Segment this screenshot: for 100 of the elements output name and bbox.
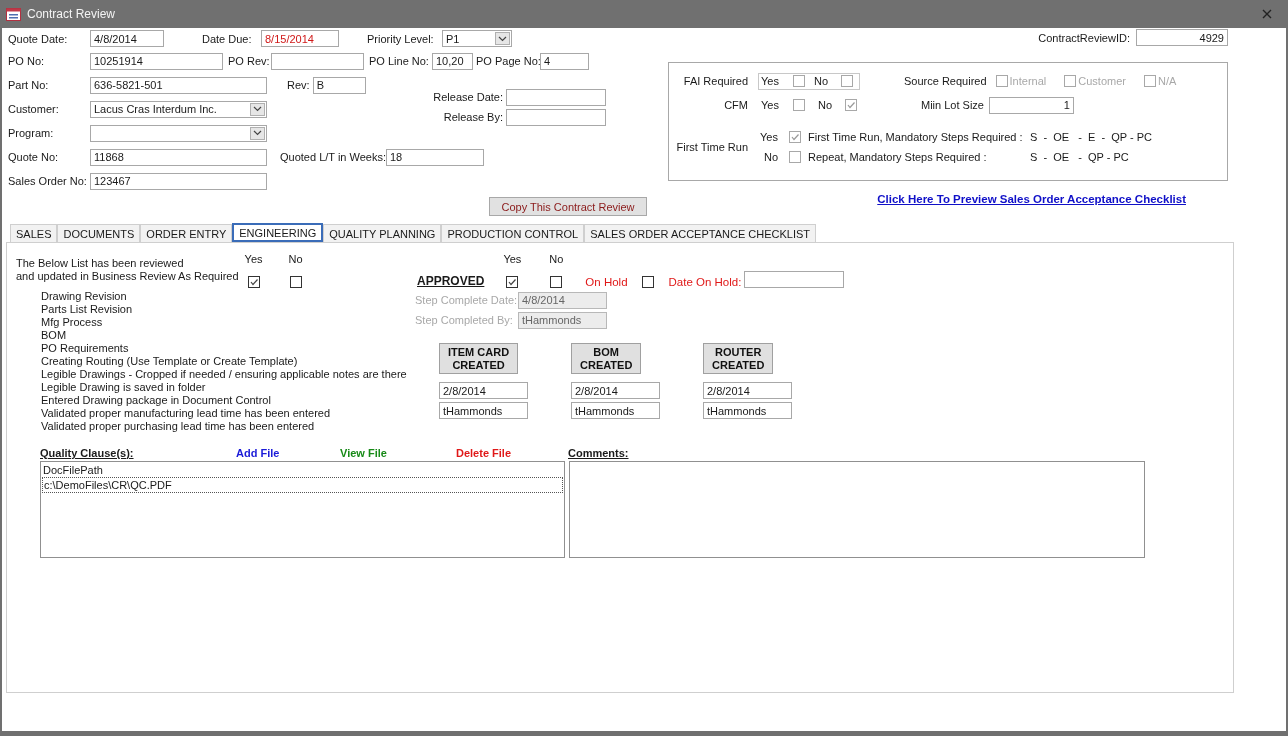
input-field[interactable]: 10,20: [432, 52, 473, 70]
copy-button[interactable]: Copy This Contract Review: [489, 197, 647, 216]
input-field[interactable]: 2/8/2014: [703, 382, 792, 399]
checklist-item: Creating Routing (Use Template or Create Template): [41, 355, 299, 368]
field-label: PO Page No:: [476, 55, 540, 67]
checkbox[interactable]: [793, 99, 805, 111]
tab[interactable]: QUALITY PLANNING: [323, 224, 442, 242]
checkbox[interactable]: [641, 276, 654, 288]
field-label: PO Line No:: [369, 55, 430, 67]
field-label: Quoted L/T in Weeks:: [280, 151, 386, 163]
checklist-item: PO Requirements: [41, 342, 130, 355]
input-field[interactable]: 123467: [90, 172, 267, 190]
list-item[interactable]: c:\DemoFiles\CR\QC.PDF: [42, 478, 563, 493]
section-label: Quality Clause(s):: [40, 447, 135, 459]
checkbox[interactable]: [247, 276, 260, 288]
field-label: Quote Date:: [8, 32, 69, 45]
checklist-item: BOM: [41, 329, 68, 342]
caret-icon: [498, 35, 507, 42]
column-label: No: [288, 252, 303, 266]
tab[interactable]: ORDER ENTRY: [140, 224, 233, 242]
preview-link[interactable]: Click Here To Preview Sales Order Acceptance Checklist: [877, 193, 1186, 205]
checkbox[interactable]: [289, 276, 302, 288]
checkbox[interactable]: [845, 99, 857, 111]
option-label: Yes: [761, 99, 780, 111]
tab[interactable]: SALES ORDER ACCEPTANCE CHECKLIST: [584, 224, 817, 242]
input-field[interactable]: [506, 88, 606, 106]
field-label: CFM: [723, 99, 748, 111]
comments-field[interactable]: [569, 461, 1145, 558]
field-label: Source Required: [904, 75, 987, 87]
created-button[interactable]: BOM CREATED: [571, 343, 642, 374]
review-statement: The Below List has been reviewed and updated in Business Review As Required: [16, 257, 239, 283]
checkbox[interactable]: [793, 75, 805, 87]
created-button[interactable]: ROUTER CREATED: [703, 343, 774, 374]
input-field[interactable]: [271, 52, 364, 70]
checklist-item: Entered Drawing package in Document Control: [41, 394, 272, 407]
field-label: FAI Required: [682, 75, 748, 87]
file-action-link[interactable]: Add File: [236, 447, 340, 459]
input-field[interactable]: tHammonds: [703, 402, 792, 419]
input-field[interactable]: 11868: [90, 148, 267, 166]
field-label: Customer:: [8, 103, 60, 115]
input-field[interactable]: 636-5821-501: [90, 76, 267, 94]
input-field[interactable]: 4929: [1136, 29, 1228, 46]
input-field[interactable]: tHammonds: [571, 402, 660, 419]
file-action-link[interactable]: Delete File: [456, 447, 568, 459]
window-title: Contract Review: [27, 7, 116, 21]
input-field[interactable]: 2/8/2014: [571, 382, 660, 399]
option-description: Repeat, Mandatory Steps Required :: [808, 151, 988, 163]
input-field[interactable]: 4: [540, 52, 589, 70]
input-field[interactable]: [506, 108, 606, 126]
input-field[interactable]: 10251914: [90, 52, 223, 70]
input-field[interactable]: 4/8/2014: [90, 30, 164, 47]
input-field[interactable]: 2/8/2014: [439, 382, 528, 399]
steps-text: S - OE - QP - PC: [1030, 151, 1129, 163]
input-field[interactable]: 18: [386, 148, 484, 166]
checkbox[interactable]: [550, 276, 563, 288]
checkbox[interactable]: [789, 131, 801, 143]
tab[interactable]: PRODUCTION CONTROL: [441, 224, 585, 242]
field-label: Program:: [8, 127, 55, 139]
checkbox[interactable]: [506, 276, 519, 288]
tab[interactable]: ENGINEERING: [232, 223, 324, 242]
caret-icon: [253, 130, 262, 136]
field-label: Release Date:: [433, 91, 503, 103]
field-label: Miin Lot Size: [921, 99, 984, 111]
form-icon: [6, 7, 21, 21]
input-field[interactable]: 8/15/2014: [261, 30, 339, 47]
section-label: Comments:: [568, 447, 630, 459]
input-field[interactable]: tHammonds: [439, 402, 528, 419]
checklist-item: Legible Drawing is saved in folder: [41, 381, 207, 394]
checklist-item: Drawing Revision: [41, 290, 128, 303]
option-label: No: [818, 99, 834, 111]
file-action-link[interactable]: View File: [340, 447, 456, 459]
tab[interactable]: SALES: [10, 224, 58, 242]
field-label: PO No:: [8, 55, 46, 67]
field-label: First Time Run: [675, 141, 748, 153]
input-field[interactable]: [744, 271, 845, 288]
checklist-item: Parts List Revision: [41, 303, 134, 316]
dropdown-field[interactable]: [90, 124, 267, 142]
checkbox[interactable]: [841, 75, 853, 87]
dropdown-field[interactable]: P1: [442, 30, 512, 47]
tab[interactable]: DOCUMENTS: [57, 224, 141, 242]
field-label: Rev:: [287, 79, 310, 91]
field-label: Release By:: [442, 111, 503, 123]
close-icon[interactable]: [1262, 9, 1272, 19]
input-field[interactable]: 1: [989, 96, 1074, 114]
option-label: No: [814, 75, 830, 87]
option-label: Yes: [761, 75, 780, 87]
created-button[interactable]: ITEM CARD CREATED: [439, 343, 519, 374]
field-label: PO Rev:: [228, 55, 271, 67]
checkbox[interactable]: [789, 151, 801, 163]
option-description: First Time Run, Mandatory Steps Required :: [808, 131, 1024, 143]
field-label: Date On Hold:: [668, 276, 742, 288]
column-label: Yes: [503, 252, 522, 266]
input-field[interactable]: B: [312, 76, 366, 94]
option-label: No: [762, 151, 778, 163]
field-label: Part No:: [8, 79, 50, 91]
option-label: N/A: [1157, 75, 1177, 87]
dropdown-field[interactable]: Lacus Cras Interdum Inc.: [90, 100, 267, 118]
column-label: Yes: [244, 252, 263, 266]
option-label: Internal: [1009, 75, 1047, 87]
on-hold-label: On Hold: [585, 276, 628, 288]
